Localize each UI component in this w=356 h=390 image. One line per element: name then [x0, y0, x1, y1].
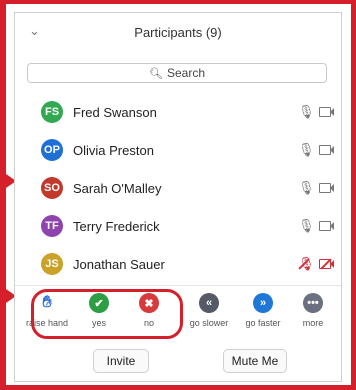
participant-list: FS Fred Swanson 🎙︎ OP Olivia Preston 🎙︎ … [15, 93, 341, 283]
avatar: FS [41, 101, 63, 123]
search-placeholder: Search [166, 66, 205, 80]
go-faster-label: go faster [245, 318, 281, 328]
annotation-border-top [0, 0, 356, 4]
microphone-icon[interactable]: 🎙︎ [298, 105, 315, 119]
annotation-border-left [0, 0, 6, 390]
microphone-muted-icon[interactable]: 🎙︎ [298, 257, 315, 271]
annotation-border-bottom [0, 385, 356, 390]
panel-title: Participants (9) [134, 24, 222, 40]
annotation-border-right [351, 0, 356, 390]
camera-icon[interactable] [319, 106, 335, 118]
invite-button[interactable]: Invite [93, 349, 149, 373]
participant-row[interactable]: TF Terry Frederick 🎙︎ [15, 207, 341, 245]
chevron-down-icon[interactable]: ⌄ [29, 23, 40, 39]
avatar: SO [41, 177, 63, 199]
fast-forward-icon: » [253, 293, 273, 313]
search-input[interactable]: 🔍︎ Search [27, 63, 327, 83]
participant-row[interactable]: JS Jonathan Sauer 🎙︎ [15, 245, 341, 283]
camera-icon[interactable] [319, 144, 335, 156]
search-icon: 🔍︎ [149, 67, 163, 80]
participant-name: Jonathan Sauer [73, 256, 165, 272]
participant-row[interactable]: OP Olivia Preston 🎙︎ [15, 131, 341, 169]
microphone-icon[interactable]: 🎙︎ [298, 143, 315, 157]
participant-row[interactable]: SO Sarah O'Malley 🎙︎ [15, 169, 341, 207]
go-slower-button[interactable]: « go slower [183, 293, 235, 328]
annotation-frame: ⌄ Participants (9) 🔍︎ Search FS Fred Swa… [0, 0, 356, 390]
microphone-icon[interactable]: 🎙︎ [298, 181, 315, 195]
raise-hand-label: raise hand [25, 318, 69, 328]
raise-hand-button[interactable]: ✋︎ raise hand [21, 293, 73, 328]
microphone-icon[interactable]: 🎙︎ [298, 219, 315, 233]
checkmark-icon: ✔ [89, 293, 109, 313]
no-label: no [143, 318, 154, 328]
yes-button[interactable]: ✔ yes [73, 293, 125, 328]
go-faster-button[interactable]: » go faster [237, 293, 289, 328]
participant-name: Terry Frederick [73, 218, 160, 234]
divider [15, 285, 341, 286]
panel-header: ⌄ Participants (9) [15, 13, 341, 51]
go-slower-label: go slower [189, 318, 229, 328]
camera-off-icon[interactable] [319, 258, 335, 270]
participant-name: Sarah O'Malley [73, 180, 162, 196]
camera-icon[interactable] [319, 220, 335, 232]
more-dots-icon: ••• [303, 293, 323, 313]
avatar: JS [41, 253, 63, 275]
yes-label: yes [91, 318, 106, 328]
camera-icon[interactable] [319, 182, 335, 194]
avatar: TF [41, 215, 63, 237]
raised-hand-icon: ✋︎ [42, 294, 52, 311]
participant-row[interactable]: FS Fred Swanson 🎙︎ [15, 93, 341, 131]
rewind-icon: « [199, 293, 219, 313]
participant-name: Olivia Preston [73, 142, 154, 158]
mute-me-button[interactable]: Mute Me [223, 349, 287, 373]
avatar: OP [41, 139, 63, 161]
x-icon: ✖ [139, 293, 159, 313]
panel-footer: Invite Mute Me [15, 347, 341, 381]
more-button[interactable]: ••• more [287, 293, 339, 328]
participants-panel: ⌄ Participants (9) 🔍︎ Search FS Fred Swa… [14, 12, 342, 382]
nonverbal-feedback-bar: ✋︎ raise hand ✔ yes ✖ no « go slower » g… [15, 293, 341, 337]
participant-name: Fred Swanson [73, 104, 157, 120]
no-button[interactable]: ✖ no [123, 293, 175, 328]
more-label: more [302, 318, 324, 328]
